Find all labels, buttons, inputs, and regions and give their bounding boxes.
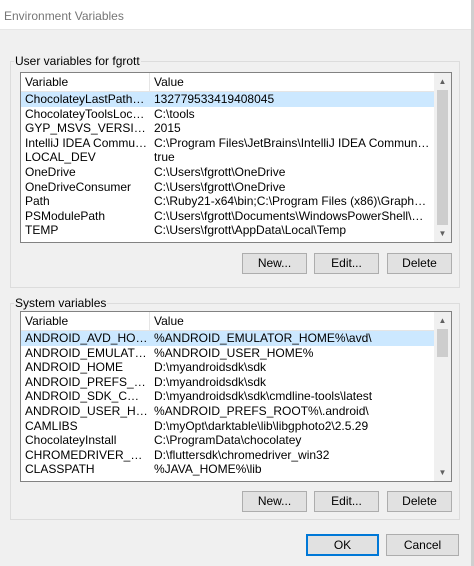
title-bar: Environment Variables	[0, 0, 474, 30]
table-row[interactable]: ChocolateyLastPathUpdate 1327795334194080…	[21, 92, 434, 107]
variable-value: C:\tools	[154, 106, 195, 121]
variable-value: C:\Users\fgrott\OneDrive	[154, 179, 286, 194]
table-row[interactable]: ANDROID_HOME D:\myandroidsdk\sdk	[21, 360, 434, 375]
variable-name: OneDriveConsumer	[25, 179, 132, 194]
system-list-scrollbar[interactable]: ▲ ▼	[434, 312, 451, 481]
system-variables-label: System variables	[14, 296, 108, 310]
variable-name: PSModulePath	[25, 208, 106, 223]
variable-name: ANDROID_AVD_HOME	[25, 331, 149, 345]
variable-name: CHROMEDRIVER_HOME	[25, 447, 149, 462]
cancel-button[interactable]: Cancel	[386, 534, 459, 556]
chevron-up-icon[interactable]: ▲	[434, 73, 451, 90]
variable-name: ANDROID_SDK_CMDLINE	[25, 389, 149, 404]
table-row[interactable]: IntelliJ IDEA Community Edit... C:\Progra…	[21, 136, 434, 151]
list-header: Variable Value	[21, 73, 434, 92]
variable-value: %ANDROID_USER_HOME%	[154, 345, 314, 360]
window-title: Environment Variables	[4, 9, 124, 23]
variable-name: TEMP	[25, 223, 59, 238]
variable-name: GYP_MSVS_VERSION	[25, 121, 149, 136]
variable-name: IntelliJ IDEA Community Edit...	[25, 135, 149, 150]
variable-value: C:\Users\fgrott\AppData\Local\Temp	[154, 223, 347, 238]
variable-name: ChocolateyLastPathUpdate	[25, 92, 149, 106]
chevron-down-icon[interactable]: ▼	[434, 225, 451, 242]
user-list-scrollbar[interactable]: ▲ ▼	[434, 73, 451, 242]
scrollbar-thumb[interactable]	[437, 329, 448, 357]
chevron-up-icon[interactable]: ▲	[434, 312, 451, 329]
variable-value: C:\Program Files\JetBrains\IntelliJ IDEA…	[154, 135, 432, 150]
user-new-button[interactable]: New...	[242, 253, 307, 274]
user-delete-button[interactable]: Delete	[387, 253, 452, 274]
variable-name: ANDROID_EMULATOR_HOME	[25, 345, 149, 360]
variable-name: Path	[25, 194, 50, 209]
ok-button[interactable]: OK	[306, 534, 379, 556]
user-variables-label: User variables for fgrott	[14, 54, 141, 68]
table-row[interactable]: ANDROID_USER_HOME %ANDROID_PREFS_ROOT%\.a…	[21, 404, 434, 419]
variable-name: LOCAL_DEV	[25, 150, 96, 165]
column-header-value[interactable]: Value	[150, 312, 434, 330]
variable-name: CLASSPATH	[25, 462, 95, 477]
variable-name: CAMLIBS	[25, 418, 78, 433]
column-header-variable[interactable]: Variable	[21, 312, 150, 330]
table-row[interactable]: TEMP C:\Users\fgrott\AppData\Local\Temp	[21, 223, 434, 238]
system-variables-rows: ANDROID_AVD_HOME %ANDROID_EMULATOR_HOME%\…	[21, 331, 434, 477]
chevron-down-icon[interactable]: ▼	[434, 464, 451, 481]
table-row[interactable]: ANDROID_EMULATOR_HOME %ANDROID_USER_HOME%	[21, 346, 434, 361]
variable-name: ChocolateyInstall	[25, 433, 117, 448]
table-row[interactable]: CLASSPATH %JAVA_HOME%\lib	[21, 462, 434, 477]
variable-name: ANDROID_USER_HOME	[25, 403, 149, 418]
table-row[interactable]: ANDROID_SDK_CMDLINE D:\myandroidsdk\sdk\c…	[21, 389, 434, 404]
variable-value: C:\Users\fgrott\OneDrive	[154, 164, 286, 179]
variable-value: D:\fluttersdk\chromedriver_win32	[154, 447, 330, 462]
column-header-value[interactable]: Value	[150, 73, 434, 91]
table-row[interactable]: CHROMEDRIVER_HOME D:\fluttersdk\chromedri…	[21, 448, 434, 463]
user-edit-button[interactable]: Edit...	[314, 253, 379, 274]
table-row[interactable]: CAMLIBS D:\myOpt\darktable\lib\libgphoto2…	[21, 419, 434, 434]
variable-name: ANDROID_PREFS_ROOT	[25, 374, 149, 389]
user-variables-rows: ChocolateyLastPathUpdate 1327795334194080…	[21, 92, 434, 238]
system-variables-list[interactable]: Variable Value ANDROID_AVD_HOME %ANDROID_…	[20, 311, 452, 482]
list-header: Variable Value	[21, 312, 434, 331]
table-row[interactable]: ChocolateyToolsLocation C:\tools	[21, 107, 434, 122]
variable-name: ChocolateyToolsLocation	[25, 106, 149, 121]
variable-value: C:\Users\fgrott\Documents\WindowsPowerSh…	[154, 208, 432, 223]
variable-value: D:\myandroidsdk\sdk	[154, 374, 267, 389]
user-variables-list[interactable]: Variable Value ChocolateyLastPathUpdate 1…	[20, 72, 452, 243]
system-delete-button[interactable]: Delete	[387, 491, 452, 512]
variable-value: C:\ProgramData\chocolatey	[154, 433, 302, 448]
table-row[interactable]: ANDROID_PREFS_ROOT D:\myandroidsdk\sdk	[21, 375, 434, 390]
variable-value: %ANDROID_PREFS_ROOT%\.android\	[154, 403, 369, 418]
variable-value: D:\myandroidsdk\sdk\cmdline-tools\latest	[154, 389, 373, 404]
variable-value: %JAVA_HOME%\lib	[154, 462, 262, 477]
variable-value: D:\myandroidsdk\sdk	[154, 360, 267, 375]
variable-value: 132779533419408045	[154, 92, 275, 106]
table-row[interactable]: OneDrive C:\Users\fgrott\OneDrive	[21, 165, 434, 180]
table-row[interactable]: OneDriveConsumer C:\Users\fgrott\OneDrive	[21, 180, 434, 195]
table-row[interactable]: ChocolateyInstall C:\ProgramData\chocolat…	[21, 433, 434, 448]
variable-value: D:\myOpt\darktable\lib\libgphoto2\2.5.29	[154, 418, 369, 433]
variable-name: ANDROID_HOME	[25, 360, 124, 375]
table-row[interactable]: PSModulePath C:\Users\fgrott\Documents\Wi…	[21, 209, 434, 224]
system-new-button[interactable]: New...	[242, 491, 307, 512]
variable-value: true	[154, 150, 175, 165]
variable-value: C:\Ruby21-x64\bin;C:\Program Files (x86)…	[154, 194, 432, 209]
table-row[interactable]: LOCAL_DEV true	[21, 150, 434, 165]
scrollbar-thumb[interactable]	[437, 90, 448, 225]
variable-value: 2015	[154, 121, 181, 136]
column-header-variable[interactable]: Variable	[21, 73, 150, 91]
variable-name: OneDrive	[25, 164, 76, 179]
system-edit-button[interactable]: Edit...	[314, 491, 379, 512]
variable-value: %ANDROID_EMULATOR_HOME%\avd\	[154, 331, 372, 345]
table-row[interactable]: Path C:\Ruby21-x64\bin;C:\Program Files (…	[21, 194, 434, 209]
table-row[interactable]: ANDROID_AVD_HOME %ANDROID_EMULATOR_HOME%\…	[21, 331, 434, 346]
table-row[interactable]: GYP_MSVS_VERSION 2015	[21, 121, 434, 136]
